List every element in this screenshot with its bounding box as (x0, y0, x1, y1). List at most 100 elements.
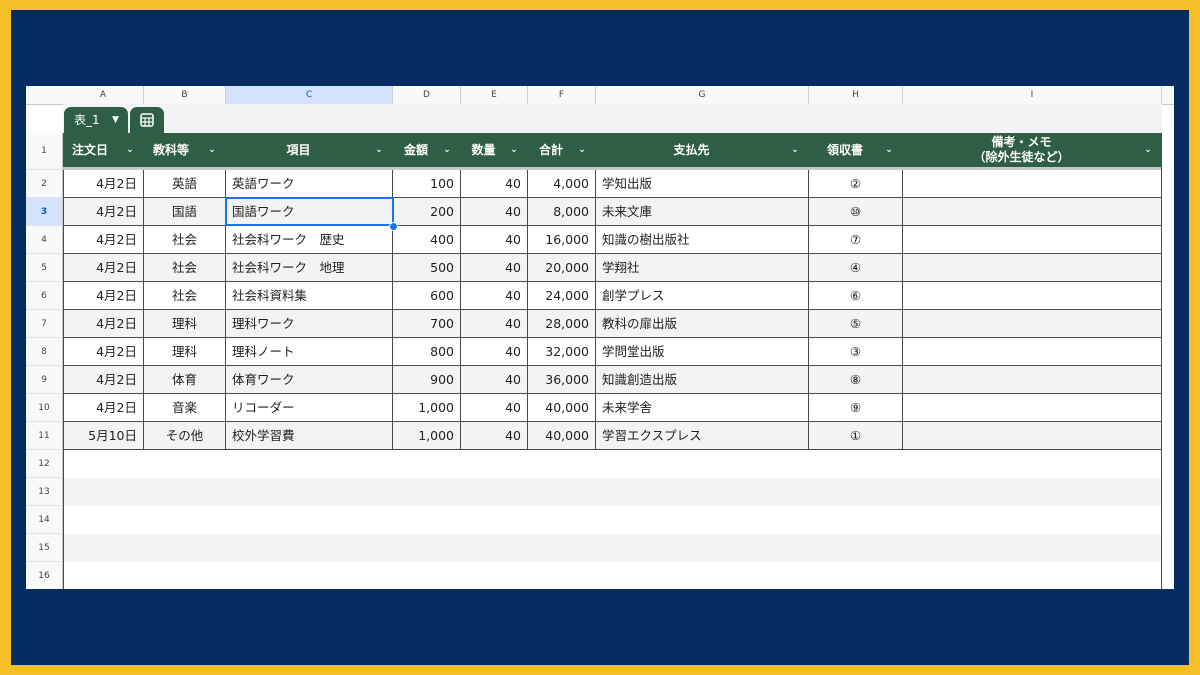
cell-e[interactable]: 40 (461, 198, 528, 226)
chevron-down-icon[interactable]: ⌄ (787, 145, 803, 155)
header-cell-c[interactable]: 項目 ⌄ (226, 133, 393, 167)
cell-f[interactable] (528, 478, 596, 506)
cell-e[interactable]: 40 (461, 282, 528, 310)
cell-a[interactable]: 4月2日 (63, 170, 144, 198)
cell-h[interactable]: ⑩ (809, 198, 903, 226)
table-view-button[interactable] (130, 107, 164, 133)
column-header-e[interactable]: E (461, 86, 528, 104)
cell-b[interactable]: 理科 (144, 310, 226, 338)
row-header-2[interactable]: 2 (26, 170, 63, 198)
cell-i[interactable] (903, 198, 1162, 226)
cell-a[interactable]: 4月2日 (63, 394, 144, 422)
cell-a[interactable] (63, 534, 144, 562)
column-header-c[interactable]: C (226, 86, 393, 104)
chevron-down-icon[interactable]: ⌄ (881, 145, 897, 155)
cell-c[interactable] (226, 562, 393, 589)
cell-h[interactable]: ⑧ (809, 366, 903, 394)
row-header-1[interactable]: 1 (26, 133, 63, 170)
cell-a[interactable]: 4月2日 (63, 226, 144, 254)
column-header-d[interactable]: D (393, 86, 461, 104)
header-cell-g[interactable]: 支払先 ⌄ (596, 133, 809, 167)
cell-g[interactable]: 創学プレス (596, 282, 809, 310)
cell-f[interactable] (528, 450, 596, 478)
cell-a[interactable]: 4月2日 (63, 366, 144, 394)
cell-i[interactable] (903, 282, 1162, 310)
cell-d[interactable]: 1,000 (393, 422, 461, 450)
cell-d[interactable] (393, 450, 461, 478)
header-cell-a[interactable]: 注文日 ⌄ (63, 133, 144, 167)
row-header-7[interactable]: 7 (26, 310, 63, 338)
chevron-down-icon[interactable]: ⌄ (204, 145, 220, 155)
column-header-a[interactable]: A (63, 86, 144, 104)
row-header-5[interactable]: 5 (26, 254, 63, 282)
header-cell-e[interactable]: 数量 ⌄ (461, 133, 528, 167)
cell-c[interactable]: 理科ノート (226, 338, 393, 366)
cell-b[interactable]: 理科 (144, 338, 226, 366)
cell-f[interactable] (528, 506, 596, 534)
cell-g[interactable] (596, 450, 809, 478)
cell-e[interactable]: 40 (461, 170, 528, 198)
cell-d[interactable]: 700 (393, 310, 461, 338)
row-header-13[interactable]: 13 (26, 478, 63, 506)
cell-f[interactable]: 32,000 (528, 338, 596, 366)
cell-c[interactable]: 社会科ワーク 歴史 (226, 226, 393, 254)
cell-h[interactable]: ④ (809, 254, 903, 282)
cell-e[interactable]: 40 (461, 338, 528, 366)
cell-f[interactable]: 4,000 (528, 170, 596, 198)
cell-b[interactable] (144, 450, 226, 478)
cell-a[interactable] (63, 562, 144, 589)
cell-i[interactable] (903, 254, 1162, 282)
cell-b[interactable]: 体育 (144, 366, 226, 394)
cell-g[interactable]: 学習エクスプレス (596, 422, 809, 450)
chevron-down-icon[interactable]: ⌄ (506, 145, 522, 155)
cell-d[interactable]: 800 (393, 338, 461, 366)
row-header-3[interactable]: 3 (26, 198, 63, 226)
row-header-9[interactable]: 9 (26, 366, 63, 394)
cell-g[interactable]: 未来学舎 (596, 394, 809, 422)
cell-g[interactable]: 学知出版 (596, 170, 809, 198)
cell-b[interactable] (144, 478, 226, 506)
cell-d[interactable]: 100 (393, 170, 461, 198)
cell-c[interactable] (226, 534, 393, 562)
cell-i[interactable] (903, 366, 1162, 394)
cell-h[interactable]: ⑥ (809, 282, 903, 310)
cell-f[interactable]: 24,000 (528, 282, 596, 310)
column-header-h[interactable]: H (809, 86, 903, 104)
cell-f[interactable]: 28,000 (528, 310, 596, 338)
cell-e[interactable]: 40 (461, 226, 528, 254)
row-header-16[interactable]: 16 (26, 562, 63, 589)
row-header-12[interactable]: 12 (26, 450, 63, 478)
cell-b[interactable] (144, 562, 226, 589)
cell-b[interactable]: 社会 (144, 282, 226, 310)
cell-d[interactable] (393, 562, 461, 589)
chevron-down-icon[interactable]: ⌄ (574, 145, 590, 155)
row-header-6[interactable]: 6 (26, 282, 63, 310)
cell-b[interactable]: 社会 (144, 226, 226, 254)
cell-e[interactable]: 40 (461, 394, 528, 422)
cell-a[interactable]: 4月2日 (63, 338, 144, 366)
cell-a[interactable] (63, 450, 144, 478)
cell-d[interactable]: 400 (393, 226, 461, 254)
header-cell-b[interactable]: 教科等 ⌄ (144, 133, 226, 167)
cell-d[interactable] (393, 506, 461, 534)
row-header-8[interactable]: 8 (26, 338, 63, 366)
cell-g[interactable]: 知識創造出版 (596, 366, 809, 394)
cell-g[interactable] (596, 562, 809, 589)
chevron-down-icon[interactable]: ⌄ (1140, 145, 1156, 155)
cell-f[interactable]: 20,000 (528, 254, 596, 282)
row-header-10[interactable]: 10 (26, 394, 63, 422)
row-header-14[interactable]: 14 (26, 506, 63, 534)
cell-g[interactable]: 知識の樹出版社 (596, 226, 809, 254)
cell-h[interactable] (809, 450, 903, 478)
cell-i[interactable] (903, 338, 1162, 366)
cell-i[interactable] (903, 310, 1162, 338)
cell-c[interactable]: 社会科資料集 (226, 282, 393, 310)
chevron-down-icon[interactable]: ⌄ (122, 145, 138, 155)
cell-g[interactable]: 学翔社 (596, 254, 809, 282)
cell-a[interactable]: 4月2日 (63, 254, 144, 282)
header-cell-d[interactable]: 金額 ⌄ (393, 133, 461, 167)
cell-d[interactable]: 200 (393, 198, 461, 226)
row-header-4[interactable]: 4 (26, 226, 63, 254)
cell-c[interactable]: 校外学習費 (226, 422, 393, 450)
cell-i[interactable] (903, 450, 1162, 478)
